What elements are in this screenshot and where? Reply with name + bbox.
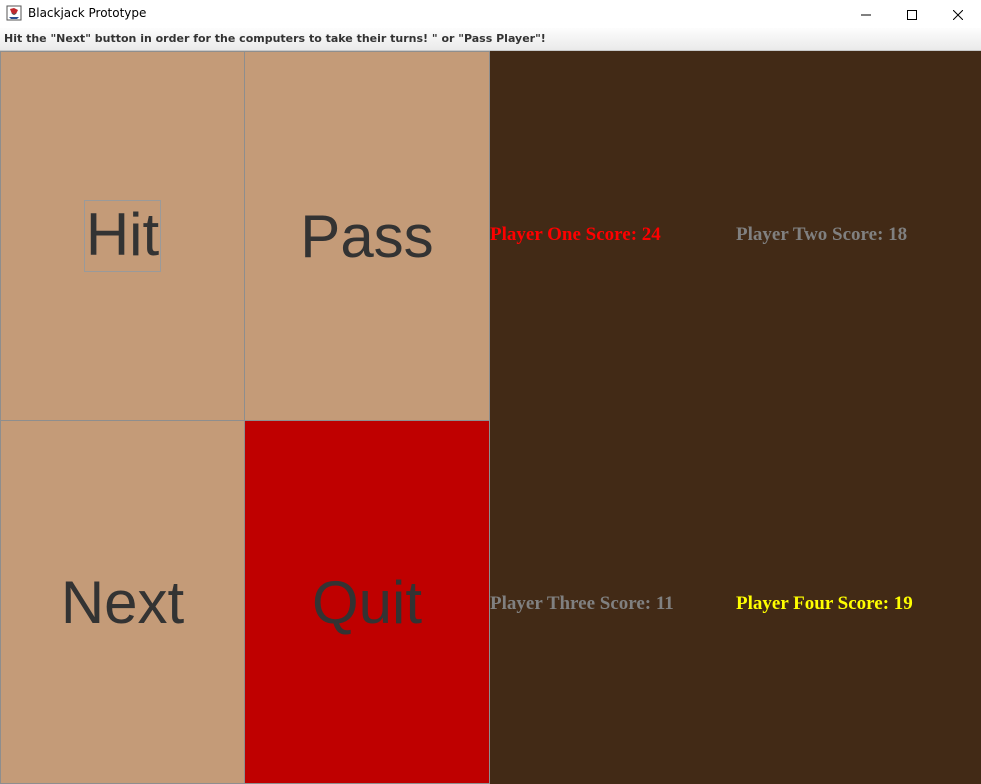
window-title: Blackjack Prototype [28, 6, 147, 20]
pass-button-label: Pass [300, 202, 434, 270]
maximize-icon [907, 5, 917, 24]
maximize-button[interactable] [889, 0, 935, 28]
quit-button[interactable]: Quit [244, 420, 490, 784]
game-board: Hit Pass Next Quit Player One Score: 24 … [0, 51, 981, 784]
minimize-icon [861, 5, 871, 24]
next-button[interactable]: Next [0, 420, 245, 784]
blackjack-window: Blackjack Prototype Hit the "Next" butto… [0, 0, 981, 784]
minimize-button[interactable] [843, 0, 889, 28]
quit-button-label: Quit [311, 568, 423, 636]
title-bar: Blackjack Prototype [0, 0, 981, 28]
instruction-bar: Hit the "Next" button in order for the c… [0, 28, 981, 51]
player-three-score: Player Three Score: 11 [490, 593, 674, 614]
player-one-score: Player One Score: 24 [490, 224, 661, 245]
close-icon [952, 5, 964, 24]
instruction-text: Hit the "Next" button in order for the c… [4, 32, 546, 45]
next-button-label: Next [60, 568, 185, 636]
player-four-score: Player Four Score: 19 [736, 593, 913, 614]
close-button[interactable] [935, 0, 981, 28]
hit-button[interactable]: Hit [0, 51, 245, 421]
pass-button[interactable]: Pass [244, 51, 490, 421]
player-two-score: Player Two Score: 18 [736, 224, 908, 245]
hit-button-label: Hit [83, 200, 162, 272]
java-cup-icon [6, 5, 22, 21]
